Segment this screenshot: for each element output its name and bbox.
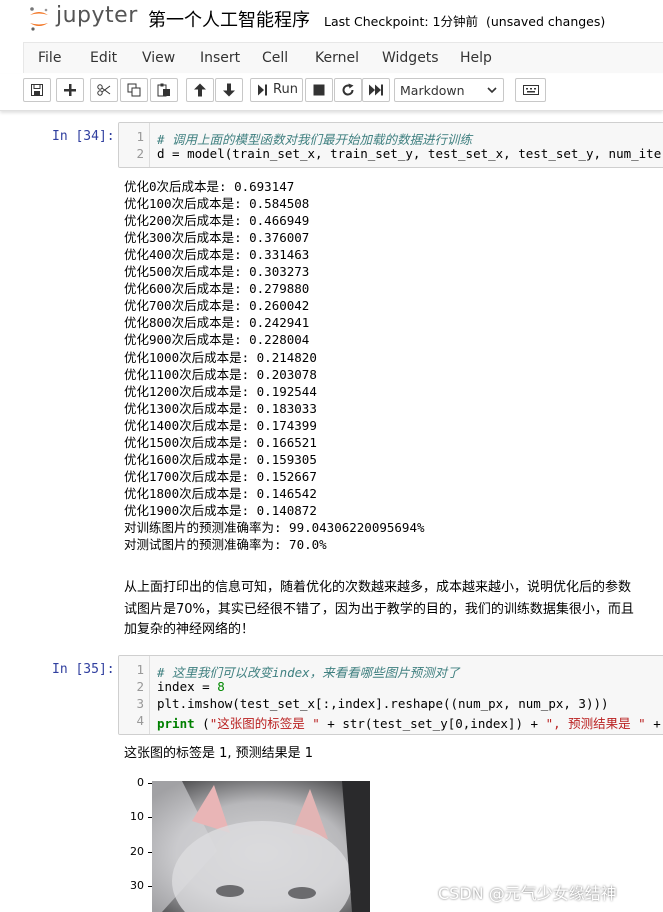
cut-button[interactable] bbox=[90, 78, 118, 102]
move-up-button[interactable] bbox=[186, 78, 214, 102]
output-line: 对测试图片的预测准确率为: 70.0% bbox=[124, 537, 327, 553]
menu-file[interactable]: File bbox=[38, 50, 61, 66]
menu-widgets[interactable]: Widgets bbox=[382, 50, 439, 66]
notebook-header: jupyter 第一个人工智能程序 Last Checkpoint: 1分钟前 (… bbox=[0, 0, 663, 38]
interrupt-button[interactable] bbox=[305, 78, 333, 102]
cell-34-code-editor[interactable]: 1 2 # 调用上面的模型函数对我们最开始加载的数据进行训练 d = model… bbox=[118, 122, 663, 168]
run-button[interactable]: Run bbox=[250, 78, 303, 102]
cut-icon bbox=[97, 84, 111, 96]
line-number: 1 bbox=[136, 129, 144, 144]
paste-icon bbox=[157, 83, 170, 97]
code-token: ( bbox=[194, 716, 210, 731]
axis-tick-label: 20 bbox=[130, 845, 144, 858]
code-token: + bbox=[645, 716, 661, 731]
code-string: "这张图的标签是 " bbox=[209, 716, 320, 731]
insert-cell-button[interactable] bbox=[56, 78, 84, 102]
cell-35-code-editor[interactable]: 1 2 3 4 # 这里我们可以改变index，来看看哪些图片预测对了 inde… bbox=[118, 655, 663, 735]
restart-button[interactable] bbox=[334, 78, 362, 102]
line-number: 2 bbox=[136, 146, 144, 161]
arrow-up-icon bbox=[194, 83, 206, 97]
cell-type-value: Markdown bbox=[400, 83, 465, 98]
jupyter-logo-icon[interactable] bbox=[28, 6, 50, 32]
menu-help[interactable]: Help bbox=[460, 50, 492, 66]
code-token: index bbox=[157, 679, 203, 694]
markdown-line: 从上面打印出的信息可知，随着优化的次数越来越多，成本越来越小，说明优化后的参数 bbox=[124, 580, 632, 595]
run-icon bbox=[258, 84, 267, 96]
menu-bar: File Edit View Insert Cell Kernel Widget… bbox=[23, 42, 663, 73]
menu-insert[interactable]: Insert bbox=[200, 50, 240, 66]
cell-type-select[interactable]: Markdown bbox=[394, 78, 504, 102]
cat-image bbox=[152, 781, 370, 912]
axis-tick-label: 10 bbox=[130, 810, 144, 823]
code-number: 8 bbox=[217, 679, 225, 694]
cell-35-output-text: 这张图的标签是 1, 预测结果是 1 bbox=[124, 746, 314, 761]
axis-tick-label: 0 bbox=[137, 776, 144, 789]
line-number: 2 bbox=[136, 679, 144, 694]
stop-icon bbox=[313, 84, 325, 96]
plus-icon bbox=[64, 84, 76, 96]
keyboard-icon bbox=[522, 85, 539, 95]
save-button[interactable] bbox=[23, 78, 51, 102]
menu-edit[interactable]: Edit bbox=[90, 50, 117, 66]
menu-kernel[interactable]: Kernel bbox=[315, 50, 359, 66]
code-token: + str(test_set_y[0,index]) + bbox=[319, 716, 546, 731]
jupyter-logo-text: jupyter bbox=[56, 3, 138, 28]
code-token: = bbox=[202, 679, 218, 694]
move-down-button[interactable] bbox=[215, 78, 243, 102]
menu-view[interactable]: View bbox=[142, 50, 175, 66]
code-line: plt.imshow(test_set_x[:,index].reshape((… bbox=[157, 696, 609, 711]
line-number: 3 bbox=[136, 696, 144, 711]
unsaved-changes: (unsaved changes) bbox=[485, 14, 606, 29]
markdown-line: 试图片是70%，其实已经很不错了，因为出于教学的目的，我们的训练数据集很小，而且 bbox=[124, 602, 634, 617]
code-line: print ("这张图的标签是 " + str(test_set_y[0,ind… bbox=[157, 713, 661, 732]
fast-forward-icon bbox=[369, 84, 383, 96]
command-palette-button[interactable] bbox=[515, 78, 546, 102]
toolbar: Run Markdown bbox=[0, 74, 663, 111]
code-string: ", 预测结果是 " bbox=[545, 716, 646, 731]
csdn-watermark: CSDN @元气少女缘结神 bbox=[438, 884, 617, 903]
code-line: d = model(train_set_x, train_set_y, test… bbox=[157, 146, 663, 161]
cell-35-prompt: In [35]: bbox=[52, 662, 115, 677]
paste-button[interactable] bbox=[150, 78, 178, 102]
axis-tick-label: 30 bbox=[130, 879, 144, 892]
copy-button[interactable] bbox=[120, 78, 148, 102]
line-number: 4 bbox=[136, 713, 144, 728]
save-icon bbox=[31, 84, 43, 96]
restart-run-all-button[interactable] bbox=[362, 78, 390, 102]
code-line: index = 8 bbox=[157, 679, 225, 694]
chevron-down-icon bbox=[487, 87, 497, 94]
markdown-line: 加复杂的神经网络的！ bbox=[124, 622, 255, 637]
menu-cell[interactable]: Cell bbox=[262, 50, 288, 66]
restart-icon bbox=[342, 83, 354, 96]
code-keyword: print bbox=[157, 716, 195, 731]
checkpoint-status: Last Checkpoint: 1分钟前 (unsaved changes) bbox=[324, 11, 605, 30]
line-number: 1 bbox=[136, 662, 144, 677]
run-label: Run bbox=[273, 82, 298, 97]
notebook-title[interactable]: 第一个人工智能程序 bbox=[148, 6, 310, 32]
last-checkpoint: Last Checkpoint: 1分钟前 bbox=[324, 14, 478, 29]
cell-34-prompt: In [34]: bbox=[52, 129, 115, 144]
copy-icon bbox=[127, 83, 141, 97]
arrow-down-icon bbox=[223, 83, 235, 97]
